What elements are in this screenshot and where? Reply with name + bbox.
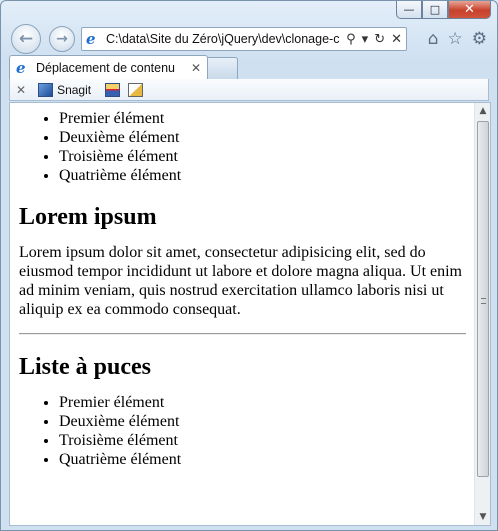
close-button[interactable]: ✕ (448, 1, 491, 19)
edit-icon[interactable] (128, 82, 144, 97)
list-item: Deuxième élément (59, 412, 466, 431)
toolbar-icons: ⌂ ☆ ⚙ (428, 29, 487, 49)
page-content: Premier élément Deuxième élément Troisiè… (10, 103, 475, 525)
tab-close-icon[interactable]: ✕ (191, 61, 201, 75)
scroll-up-arrow-icon[interactable]: ▲ (475, 103, 490, 119)
vertical-scrollbar[interactable]: ▲ ▼ (474, 103, 490, 525)
snagit-label: Snagit (57, 82, 92, 97)
stop-icon[interactable]: ✕ (391, 32, 402, 47)
forward-arrow-icon: → (56, 31, 68, 47)
forward-button[interactable]: → (49, 26, 75, 52)
favorites-icon[interactable]: ☆ (448, 29, 463, 49)
address-url[interactable]: C:\data\Site du Zéro\jQuery\dev\clonage-… (106, 32, 342, 46)
address-bar[interactable]: e C:\data\Site du Zéro\jQuery\dev\clonag… (81, 27, 407, 51)
capture-icon[interactable] (105, 82, 121, 97)
browser-window: — □ ✕ ← → e C:\data\Site du Zéro\jQuery\… (0, 0, 498, 531)
snagit-icon (38, 82, 54, 97)
search-icon[interactable]: ⚲ (346, 32, 356, 47)
maximize-button[interactable]: □ (422, 1, 448, 19)
list-item: Quatrième élément (59, 166, 466, 185)
list-item: Deuxième élément (59, 128, 466, 147)
list-item: Premier élément (59, 393, 466, 412)
navigation-bar: ← → e C:\data\Site du Zéro\jQuery\dev\cl… (9, 21, 489, 57)
command-bar: ✕ Snagit (9, 79, 489, 101)
refresh-icon[interactable]: ↻ (374, 32, 385, 47)
address-tools: ⚲ ▾ ↻ ✕ (342, 32, 406, 47)
scrollbar-thumb[interactable] (477, 121, 489, 477)
new-tab-button[interactable] (208, 57, 238, 79)
list-item: Troisième élément (59, 431, 466, 450)
lorem-paragraph: Lorem ipsum dolor sit amet, consectetur … (19, 244, 462, 318)
heading-liste-a-puces: Liste à puces (19, 354, 151, 380)
back-button[interactable]: ← (11, 24, 41, 54)
list-item: Premier élément (59, 109, 466, 128)
back-arrow-icon: ← (18, 29, 34, 49)
bullet-list-top: Premier élément Deuxième élément Troisiè… (19, 109, 466, 185)
bullet-list-bottom: Premier élément Deuxième élément Troisiè… (19, 393, 466, 469)
list-item: Quatrième élément (59, 450, 466, 469)
page-viewport: Premier élément Deuxième élément Troisiè… (9, 102, 491, 526)
tab-title: Déplacement de contenu (36, 60, 175, 75)
scrollbar-grip-icon (481, 298, 486, 304)
tools-gear-icon[interactable]: ⚙ (472, 29, 487, 49)
caption-buttons: — □ ✕ (396, 1, 491, 19)
dropdown-icon[interactable]: ▾ (362, 32, 369, 47)
horizontal-rule (19, 333, 466, 335)
scroll-down-arrow-icon[interactable]: ▼ (475, 509, 490, 525)
heading-lorem-ipsum: Lorem ipsum (19, 204, 157, 230)
minimize-button[interactable]: — (396, 1, 422, 19)
tab-active[interactable]: e Déplacement de contenu ✕ (9, 55, 208, 79)
command-bar-close-icon[interactable]: ✕ (16, 83, 26, 97)
tab-page-icon: e (16, 58, 26, 77)
home-icon[interactable]: ⌂ (428, 29, 439, 49)
tab-strip: e Déplacement de contenu ✕ (9, 55, 489, 79)
list-item: Troisième élément (59, 147, 466, 166)
snagit-button[interactable]: Snagit (38, 82, 92, 97)
ie-page-icon: e (86, 30, 96, 48)
